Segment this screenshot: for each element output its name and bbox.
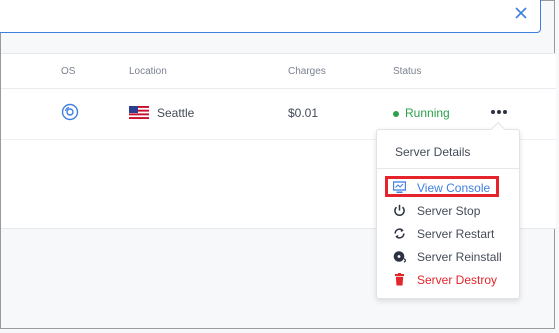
menu-item-label: Server Destroy [417, 273, 498, 287]
menu-item-label: Server Restart [417, 227, 495, 241]
column-header-os: OS [61, 66, 76, 77]
column-header-charges: Charges [288, 66, 326, 77]
menu-header: Server Details [395, 145, 471, 159]
ellipsis-icon [491, 110, 495, 114]
column-header-status: Status [393, 66, 422, 77]
restart-icon [394, 228, 405, 239]
us-flag-icon [129, 106, 149, 119]
header-divider [1, 88, 556, 89]
trash-icon [395, 273, 404, 286]
os-disc-icon [61, 103, 79, 121]
status-dot-icon [393, 111, 399, 117]
menu-item-label: Server Stop [417, 204, 481, 218]
menu-item-server-stop[interactable]: Server Stop [387, 201, 499, 221]
server-actions-menu: Server Details View Console Server Stop [376, 121, 520, 299]
close-icon[interactable] [514, 6, 528, 20]
disc-icon [393, 251, 406, 263]
power-icon [394, 204, 405, 216]
status-badge: Running [405, 106, 450, 120]
menu-item-label: Server Reinstall [417, 250, 502, 264]
menu-item-server-destroy[interactable]: Server Destroy [387, 270, 499, 290]
window-frame: OS Location Charges Status Seattle $0.01… [0, 0, 556, 329]
menu-item-server-reinstall[interactable]: Server Reinstall [387, 247, 502, 267]
charges-value: $0.01 [288, 106, 319, 120]
menu-divider [377, 168, 519, 169]
menu-item-server-restart[interactable]: Server Restart [387, 224, 499, 244]
more-options-button[interactable] [491, 106, 507, 118]
search-bar[interactable] [0, 0, 541, 33]
location-value: Seattle [157, 106, 195, 120]
annotation-highlight-box [385, 176, 499, 197]
column-header-location: Location [129, 66, 167, 77]
